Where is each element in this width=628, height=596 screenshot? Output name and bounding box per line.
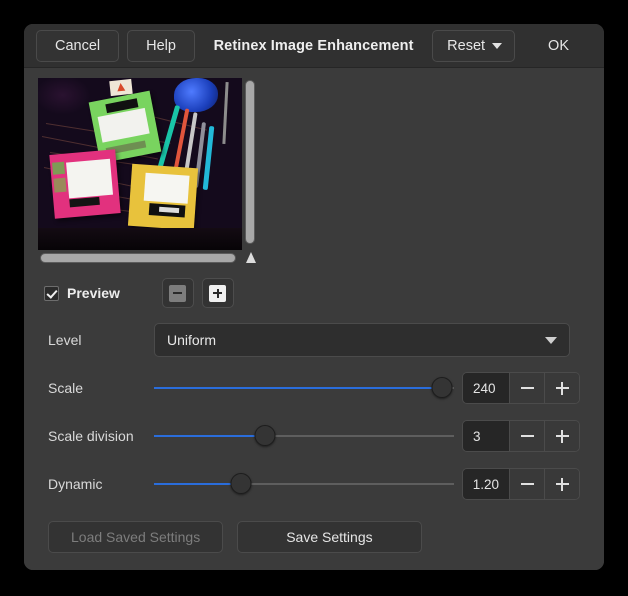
slider-handle[interactable]: [432, 377, 453, 398]
preview-checkbox-label: Preview: [67, 285, 120, 301]
slider-fill: [154, 483, 241, 485]
preview-controls-row: Preview: [38, 277, 590, 309]
preview-rod: [222, 82, 228, 144]
preview-pen: [203, 126, 215, 190]
scale-division-row: Scale division 3: [48, 419, 580, 453]
scale-row: Scale 240: [48, 371, 580, 405]
scale-increment-button[interactable]: [544, 373, 579, 403]
save-settings-button[interactable]: Save Settings: [237, 521, 421, 553]
preview-navigate-icon[interactable]: [244, 251, 258, 265]
scale-division-label: Scale division: [48, 428, 154, 444]
dialog-footer-strip: [24, 558, 604, 570]
scrollbar-thumb-vertical[interactable]: [245, 80, 255, 244]
scale-division-slider[interactable]: [154, 421, 454, 451]
level-label: Level: [48, 332, 154, 348]
preview-vertical-scrollbar[interactable]: [244, 78, 256, 250]
slider-handle[interactable]: [255, 425, 276, 446]
reset-label: Reset: [447, 38, 485, 54]
slider-fill: [154, 435, 265, 437]
level-selected-value: Uniform: [167, 332, 545, 348]
scale-decrement-button[interactable]: [509, 373, 544, 403]
help-button[interactable]: Help: [127, 30, 195, 62]
chevron-down-icon: [545, 337, 557, 344]
cancel-button[interactable]: Cancel: [36, 30, 119, 62]
preview-area: [38, 78, 256, 266]
preview-image[interactable]: [38, 78, 242, 250]
preview-floppy-yellow: [128, 164, 198, 230]
settings-buttons-row: Load Saved Settings Save Settings: [38, 515, 590, 553]
level-dropdown[interactable]: Uniform: [154, 323, 570, 357]
zoom-button-group: [162, 278, 234, 308]
preview-checkbox[interactable]: Preview: [44, 285, 120, 301]
dialog-header: Cancel Help Retinex Image Enhancement Re…: [24, 24, 604, 68]
dynamic-value[interactable]: 1.20: [463, 469, 509, 499]
zoom-out-icon: [169, 285, 186, 302]
scale-division-decrement-button[interactable]: [509, 421, 544, 451]
level-row: Level Uniform: [48, 323, 580, 357]
zoom-in-button[interactable]: [202, 278, 234, 308]
scale-division-increment-button[interactable]: [544, 421, 579, 451]
dynamic-row: Dynamic 1.20: [48, 467, 580, 501]
dynamic-decrement-button[interactable]: [509, 469, 544, 499]
reset-button[interactable]: Reset: [432, 30, 515, 62]
slider-handle[interactable]: [230, 473, 251, 494]
settings-controls: Level Uniform Scale 240: [38, 323, 590, 501]
dynamic-spinbox: 1.20: [462, 468, 580, 500]
dynamic-increment-button[interactable]: [544, 469, 579, 499]
scale-division-value[interactable]: 3: [463, 421, 509, 451]
retinex-dialog: Cancel Help Retinex Image Enhancement Re…: [24, 24, 604, 570]
dynamic-slider[interactable]: [154, 469, 454, 499]
scale-division-spinbox: 3: [462, 420, 580, 452]
preview-horizontal-scrollbar[interactable]: [38, 252, 242, 264]
zoom-out-button[interactable]: [162, 278, 194, 308]
scale-spinbox: 240: [462, 372, 580, 404]
ok-button[interactable]: OK: [521, 30, 596, 62]
preview-floppy-pink: [49, 149, 120, 219]
zoom-in-icon: [209, 285, 226, 302]
scale-slider[interactable]: [154, 373, 454, 403]
load-saved-settings-button[interactable]: Load Saved Settings: [48, 521, 223, 553]
scrollbar-thumb-horizontal[interactable]: [40, 253, 236, 263]
checkmark-icon: [44, 286, 59, 301]
page-title: Retinex Image Enhancement: [195, 38, 432, 54]
dynamic-label: Dynamic: [48, 476, 154, 492]
chevron-down-icon: [492, 43, 502, 49]
dialog-body: Preview Level Uniform Scale: [24, 68, 604, 558]
scale-value[interactable]: 240: [463, 373, 509, 403]
preview-blue-object: [174, 78, 218, 112]
preview-shadow-strip: [38, 228, 242, 250]
scale-label: Scale: [48, 380, 154, 396]
slider-fill: [154, 387, 442, 389]
preview-image-content: [38, 78, 242, 250]
